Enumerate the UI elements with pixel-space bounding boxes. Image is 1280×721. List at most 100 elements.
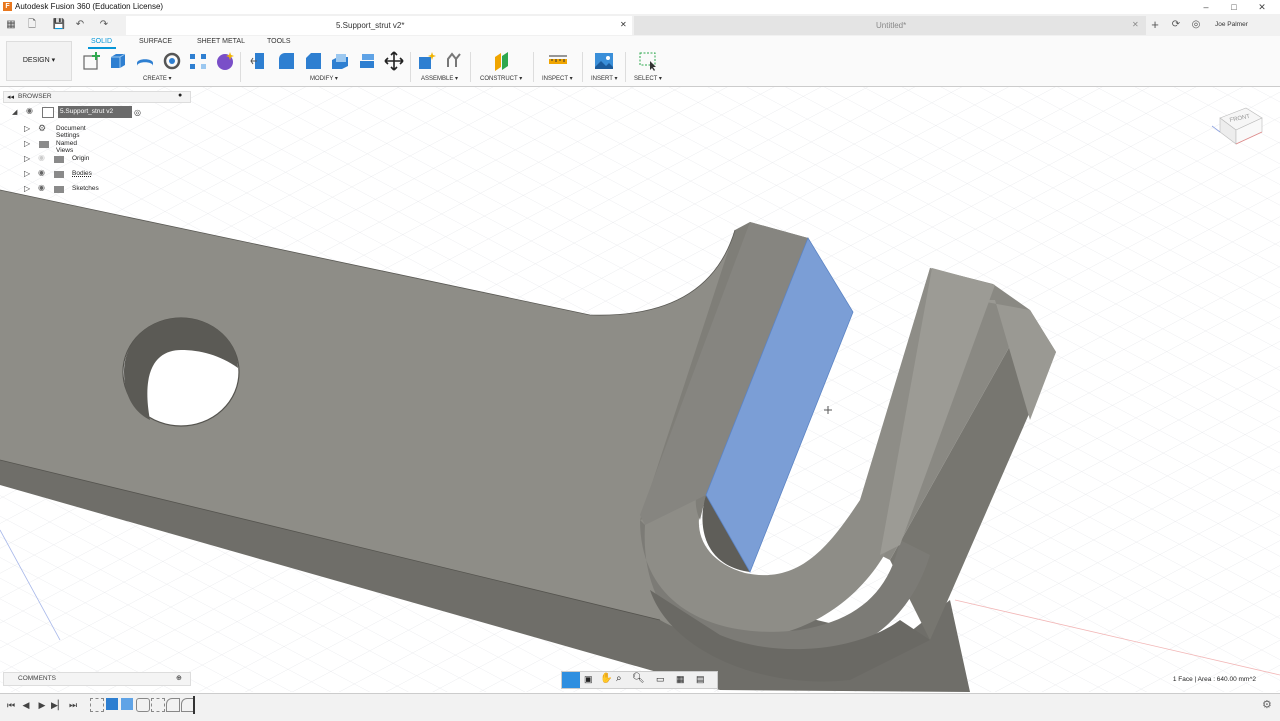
toolbar-separator: [410, 52, 411, 82]
expand-arrow-icon[interactable]: ▷: [24, 154, 30, 163]
help-icon[interactable]: ◎: [1188, 17, 1204, 33]
timeline-extrude-icon[interactable]: [121, 698, 133, 710]
user-name[interactable]: Joe Palmer: [1215, 21, 1248, 28]
timeline-sketch-icon[interactable]: [151, 698, 165, 712]
activate-radio-icon[interactable]: ◎: [134, 108, 141, 117]
browser-panel-header[interactable]: ◂◂ BROWSER ●: [3, 91, 191, 103]
workspace-switcher[interactable]: DESIGN ▾: [6, 41, 72, 81]
timeline-prev-icon[interactable]: ◀: [20, 699, 32, 711]
tab-untitled[interactable]: Untitled* ✕: [634, 16, 1146, 35]
fit-zoom-icon[interactable]: 🔍︎: [632, 673, 645, 684]
tab-label: Untitled*: [876, 21, 907, 30]
construct-menu[interactable]: CONSTRUCT ▾: [480, 75, 522, 82]
select-menu[interactable]: SELECT ▾: [634, 75, 662, 82]
visibility-eye-icon[interactable]: ◉: [38, 183, 45, 192]
tab-label: 5.Support_strut v2*: [336, 21, 405, 30]
fillet-icon[interactable]: [276, 51, 296, 71]
display-settings-icon[interactable]: ▭: [656, 674, 665, 685]
toolbar-separator: [470, 52, 471, 82]
timeline-play-icon[interactable]: ▶: [36, 699, 48, 711]
extrude-icon[interactable]: [108, 51, 128, 71]
pan-icon[interactable]: ✋: [600, 673, 612, 684]
active-tab-indicator: [88, 47, 116, 49]
timeline-marker[interactable]: [193, 696, 195, 714]
tab-sheet-metal[interactable]: SHEET METAL: [197, 38, 245, 45]
timeline-start-icon[interactable]: ⏮: [5, 699, 17, 711]
pattern-icon[interactable]: [188, 51, 208, 71]
timeline-fillet-icon[interactable]: [166, 698, 180, 712]
folder-icon: [54, 156, 64, 163]
zoom-icon[interactable]: ⌕: [616, 673, 622, 684]
selection-status: 1 Face | Area : 640.00 mm^2: [1172, 676, 1256, 683]
viewcube[interactable]: FRONT: [1208, 100, 1270, 156]
grid-snap-icon[interactable]: ▦: [676, 674, 685, 685]
close-window-button[interactable]: ✕: [1252, 1, 1272, 13]
maximize-button[interactable]: □: [1224, 1, 1244, 13]
undo-icon[interactable]: ↶: [72, 17, 88, 33]
redo-icon[interactable]: ↷: [96, 17, 112, 33]
shell-icon[interactable]: [330, 51, 350, 71]
move-copy-icon[interactable]: [384, 51, 404, 71]
collapse-icon[interactable]: ◂◂: [7, 93, 14, 101]
revolve-icon[interactable]: [135, 51, 155, 71]
job-status-icon[interactable]: ⟳: [1168, 17, 1184, 33]
timeline-end-icon[interactable]: ⏭: [67, 699, 79, 711]
insert-image-icon[interactable]: [594, 51, 614, 71]
measure-icon[interactable]: [548, 51, 568, 71]
toolbar-separator: [240, 52, 241, 82]
expand-root-icon[interactable]: ◢: [12, 108, 17, 116]
new-component-icon[interactable]: [417, 51, 437, 71]
offset-plane-icon[interactable]: [492, 51, 512, 71]
minimize-button[interactable]: –: [1196, 1, 1216, 13]
chamfer-icon[interactable]: [303, 51, 323, 71]
orbit-icon[interactable]: [562, 672, 580, 688]
create-menu[interactable]: CREATE ▾: [143, 75, 172, 82]
pin-icon[interactable]: ●: [178, 92, 182, 99]
new-tab-button[interactable]: +: [1147, 17, 1163, 33]
modify-menu[interactable]: MODIFY ▾: [310, 75, 338, 82]
file-menu-icon[interactable]: 🗋: [24, 17, 40, 33]
fusion-logo-icon: F: [3, 2, 12, 11]
save-icon[interactable]: 💾: [51, 17, 67, 33]
window-select-icon[interactable]: [638, 51, 658, 71]
inspect-menu[interactable]: INSPECT ▾: [542, 75, 573, 82]
look-at-icon[interactable]: ▣: [584, 674, 593, 685]
browser-item-label: Bodies: [72, 170, 92, 177]
timeline-next-icon[interactable]: ▶▏: [51, 699, 65, 711]
visibility-eye-icon[interactable]: ◉: [38, 153, 45, 162]
assemble-menu[interactable]: ASSEMBLE ▾: [421, 75, 458, 82]
close-tab-icon[interactable]: ✕: [1132, 20, 1139, 29]
expand-arrow-icon[interactable]: ▷: [24, 184, 30, 193]
combine-icon[interactable]: [357, 51, 377, 71]
joint-icon[interactable]: [444, 51, 464, 71]
sweep-icon[interactable]: [162, 51, 182, 71]
expand-arrow-icon[interactable]: ▷: [24, 169, 30, 178]
viewports-icon[interactable]: ▤: [696, 674, 705, 685]
browser-title: BROWSER: [18, 93, 52, 100]
timeline-sketch-icon[interactable]: [90, 698, 104, 712]
visibility-eye-icon[interactable]: ◉: [26, 106, 33, 115]
close-tab-icon[interactable]: ✕: [620, 20, 627, 29]
browser-root-component[interactable]: 5.Support_strut v2: [58, 106, 132, 118]
create-sketch-icon[interactable]: [82, 51, 102, 71]
expand-arrow-icon[interactable]: ▷: [24, 124, 30, 133]
timeline-extrude-icon[interactable]: [106, 698, 118, 710]
press-pull-icon[interactable]: [249, 51, 269, 71]
tab-tools[interactable]: TOOLS: [267, 38, 291, 45]
tab-support-strut[interactable]: 5.Support_strut v2* ✕: [126, 16, 632, 35]
expand-arrow-icon[interactable]: ▷: [24, 139, 30, 148]
form-icon[interactable]: [215, 51, 235, 71]
canvas-viewport[interactable]: [0, 87, 1280, 692]
comments-panel[interactable]: COMMENTS ⊕: [3, 672, 191, 686]
timeline-fillet-icon[interactable]: [136, 698, 150, 712]
toolbar-separator: [533, 52, 534, 82]
timeline-settings-gear-icon[interactable]: ⚙: [1262, 698, 1272, 711]
insert-menu[interactable]: INSERT ▾: [591, 75, 617, 82]
tab-surface[interactable]: SURFACE: [139, 38, 172, 45]
data-panel-icon[interactable]: ▦: [3, 17, 19, 33]
tab-solid[interactable]: SOLID: [91, 38, 112, 45]
browser-item-label: Sketches: [72, 185, 99, 192]
visibility-eye-icon[interactable]: ◉: [38, 168, 45, 177]
add-comment-icon[interactable]: ⊕: [176, 674, 182, 682]
folder-icon: [39, 141, 49, 148]
